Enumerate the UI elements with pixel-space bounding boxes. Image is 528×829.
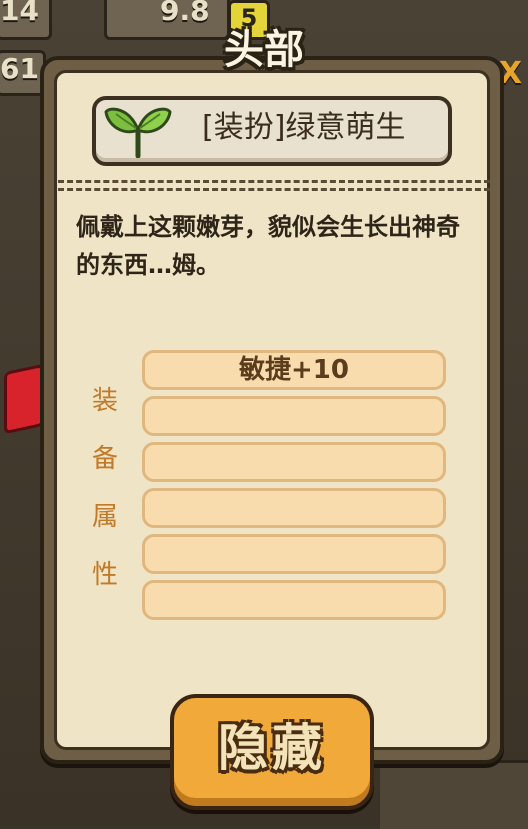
attribute-slot (142, 396, 446, 436)
stat-left-top: 14 (0, 0, 39, 27)
item-description: 佩戴上这颗嫩芽，貌似会生长出神奇的东西…姆。 (76, 213, 460, 279)
attribute-slot: 敏捷+10 (142, 350, 446, 390)
sprout-icon (104, 107, 172, 158)
hide-button[interactable]: 隐藏 (170, 694, 374, 810)
red-gem-icon (4, 363, 44, 435)
attr-label-char: 装 (91, 386, 118, 416)
item-name-plate: [装扮]绿意萌生 (92, 96, 452, 166)
attr-label-char: 性 (91, 560, 118, 590)
attribute-slot (142, 580, 446, 620)
stat-left-second: 61 (0, 52, 39, 85)
attr-label-char: 备 (91, 444, 118, 474)
attr-label-char: 属 (91, 502, 118, 532)
attribute-slot (142, 442, 446, 482)
divider-top (58, 180, 490, 183)
panel-title: 头部 (224, 27, 304, 73)
item-name: [装扮]绿意萌生 (202, 110, 406, 145)
bottom-right-bg (380, 760, 528, 829)
attributes-label: 装 备 属 性 (88, 372, 122, 604)
attribute-slot (142, 488, 446, 528)
attribute-slot (142, 534, 446, 574)
divider-top-2 (58, 188, 490, 191)
hide-button-label: 隐藏 (218, 719, 326, 777)
